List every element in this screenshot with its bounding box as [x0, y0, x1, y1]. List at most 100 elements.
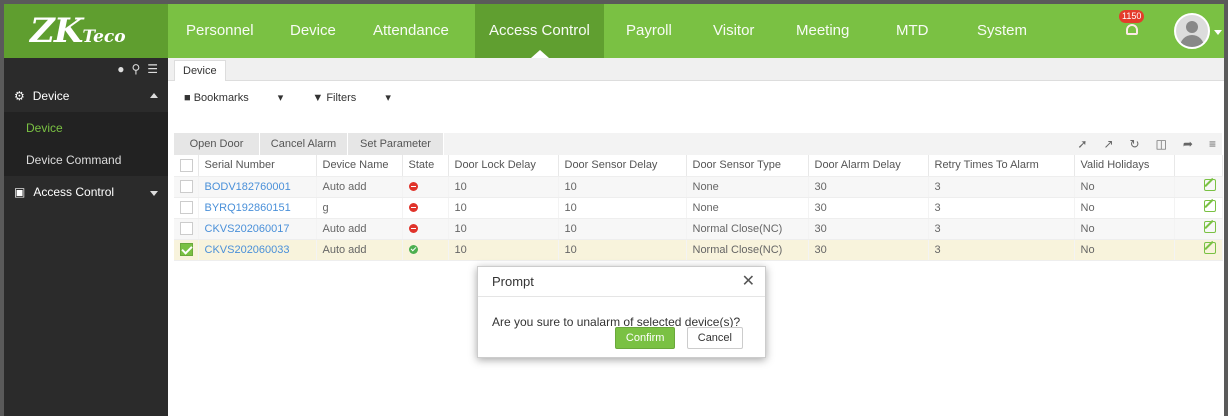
valid-holidays-cell: No [1074, 197, 1175, 219]
bell-shape [1126, 24, 1138, 35]
device-name-cell: Auto add [316, 176, 403, 198]
action-toolbar: Open Door Cancel Alarm Set Parameter ➚ ↗ ↻… [174, 133, 1222, 155]
device-name-cell: g [316, 197, 403, 219]
set-parameter-button[interactable]: Set Parameter [348, 133, 444, 155]
nav-attendance[interactable]: Attendance [373, 4, 449, 58]
actions-cell [1174, 176, 1223, 198]
magic-wand-icon[interactable]: ➚ [1077, 137, 1087, 151]
col-state[interactable]: State [402, 155, 449, 177]
filters-dropdown[interactable]: ▼ Filters ▾ [312, 92, 390, 104]
avatar-head [1186, 21, 1198, 33]
state-cell [402, 176, 449, 198]
table-row[interactable]: BODV182760001 Auto add 10 10 None 30 3 N… [174, 176, 1223, 198]
door-sensor-delay-cell: 10 [558, 239, 687, 261]
edit-icon[interactable] [1203, 200, 1216, 212]
toolbar-icons: ➚ ↗ ↻ ◫ ➦ ≡ [1061, 133, 1216, 155]
serial-number-link[interactable]: BODV182760001 [198, 176, 317, 198]
table-row-selected[interactable]: CKVS202060033 Auto add 10 10 Normal Clos… [174, 239, 1223, 261]
col-door-lock-delay[interactable]: Door Lock Delay [448, 155, 559, 177]
notification-bell-icon[interactable]: 1150 [1119, 10, 1145, 40]
serial-number-link[interactable]: BYRQ192860151 [198, 197, 317, 219]
table-row[interactable]: CKVS202060017 Auto add 10 10 Normal Clos… [174, 218, 1223, 240]
table-header-row: Serial Number Device Name State Door Loc… [174, 155, 1223, 177]
col-door-sensor-delay[interactable]: Door Sensor Delay [558, 155, 687, 177]
edit-icon[interactable] [1203, 179, 1216, 191]
row-select-cell[interactable] [174, 197, 199, 219]
filters-label: Filters [326, 92, 357, 104]
columns-icon[interactable]: ◫ [1156, 137, 1167, 151]
share-icon[interactable]: ➦ [1183, 137, 1193, 151]
confirm-button[interactable]: Confirm [614, 327, 676, 349]
door-sensor-type-cell: Normal Close(NC) [686, 239, 809, 261]
nav-personnel[interactable]: Personnel [186, 4, 254, 58]
serial-number-link[interactable]: CKVS202060017 [198, 218, 317, 240]
door-sensor-delay-cell: 10 [558, 218, 687, 240]
actions-cell [1174, 218, 1223, 240]
nav-mtd[interactable]: MTD [896, 4, 929, 58]
col-valid-holidays[interactable]: Valid Holidays [1074, 155, 1175, 177]
refresh-icon[interactable]: ↻ [1130, 137, 1140, 151]
expand-icon [150, 191, 158, 196]
row-checkbox[interactable] [180, 180, 193, 193]
door-lock-delay-cell: 10 [448, 176, 559, 198]
list-icon[interactable]: ☰ [147, 62, 158, 76]
search-icon[interactable]: ⚲ [131, 62, 140, 76]
open-door-button[interactable]: Open Door [174, 133, 260, 155]
row-checkbox[interactable] [180, 201, 193, 214]
settings-sliders-icon[interactable]: ≡ [1209, 137, 1216, 151]
col-door-sensor-type[interactable]: Door Sensor Type [686, 155, 809, 177]
sidebar-group-access-control[interactable]: ▣ Access Control [4, 176, 168, 208]
door-sensor-type-cell: None [686, 176, 809, 198]
sidebar-item-device-command[interactable]: Device Command [4, 144, 168, 176]
serial-number-link[interactable]: CKVS202060033 [198, 239, 317, 261]
select-all-checkbox[interactable] [180, 158, 193, 172]
tab-device[interactable]: Device [174, 60, 226, 81]
sidebar-group-label: Access Control [33, 185, 115, 199]
door-sensor-delay-cell: 10 [558, 176, 687, 198]
sidebar: ● ⚲ ☰ ⚙ Device Device Device Command ▣ Acces… [4, 58, 168, 416]
user-avatar[interactable] [1174, 13, 1210, 49]
nav-payroll[interactable]: Payroll [626, 4, 672, 58]
top-nav-bar: ZKTeco Personnel Device Attendance Acces… [4, 4, 1224, 58]
row-select-cell[interactable] [174, 176, 199, 198]
tag-icon[interactable]: ● [117, 62, 124, 76]
cancel-alarm-button[interactable]: Cancel Alarm [260, 133, 348, 155]
door-alarm-delay-cell: 30 [808, 239, 929, 261]
col-serial-number[interactable]: Serial Number [198, 155, 317, 177]
active-nav-indicator [531, 50, 549, 58]
row-select-cell[interactable] [174, 239, 199, 261]
edit-icon[interactable] [1203, 242, 1216, 254]
zkteco-logo[interactable]: ZKTeco [4, 4, 168, 58]
edit-icon[interactable] [1203, 221, 1216, 233]
nav-visitor[interactable]: Visitor [713, 4, 754, 58]
row-select-cell[interactable] [174, 218, 199, 240]
door-lock-delay-cell: 10 [448, 239, 559, 261]
collapse-icon [150, 93, 158, 98]
close-icon[interactable]: ✕ [742, 267, 755, 297]
prompt-dialog: Prompt ✕ Are you sure to unalarm of sele… [477, 266, 766, 358]
door-sensor-type-cell: Normal Close(NC) [686, 218, 809, 240]
table-row[interactable]: BYRQ192860151 g 10 10 None 30 3 No [174, 197, 1223, 219]
expand-icon[interactable]: ↗ [1103, 137, 1113, 151]
retry-times-cell: 3 [928, 176, 1075, 198]
door-sensor-type-cell: None [686, 197, 809, 219]
select-all-cell[interactable] [174, 155, 199, 177]
row-checkbox-checked[interactable] [180, 243, 193, 256]
sidebar-item-device[interactable]: Device [4, 112, 168, 144]
col-door-alarm-delay[interactable]: Door Alarm Delay [808, 155, 929, 177]
nav-meeting[interactable]: Meeting [796, 4, 849, 58]
cancel-button[interactable]: Cancel [686, 327, 743, 349]
col-retry-times[interactable]: Retry Times To Alarm [928, 155, 1075, 177]
avatar-torso [1180, 35, 1204, 47]
retry-times-cell: 3 [928, 218, 1075, 240]
bookmarks-dropdown[interactable]: ■ Bookmarks ▾ [184, 92, 283, 104]
sidebar-group-label: Device [32, 89, 70, 103]
app-window: ZKTeco Personnel Device Attendance Acces… [4, 4, 1224, 416]
row-checkbox[interactable] [180, 222, 193, 235]
col-device-name[interactable]: Device Name [316, 155, 403, 177]
sidebar-group-device[interactable]: ⚙ Device [4, 80, 168, 112]
user-menu-caret-icon[interactable] [1214, 30, 1222, 35]
valid-holidays-cell: No [1074, 239, 1175, 261]
nav-device[interactable]: Device [290, 4, 336, 58]
nav-system[interactable]: System [977, 4, 1027, 58]
